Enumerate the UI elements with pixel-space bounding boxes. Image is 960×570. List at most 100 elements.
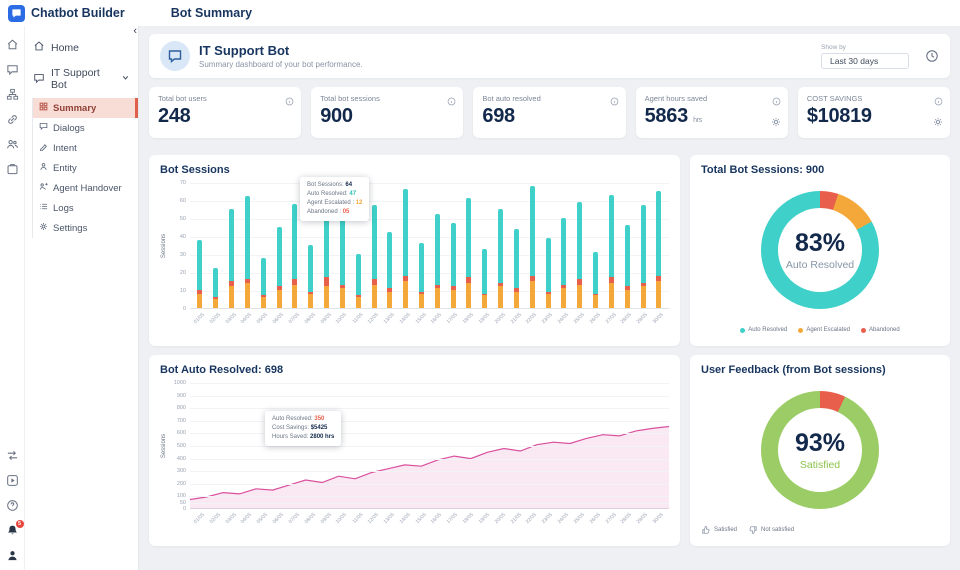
legend-item-not-satisfied[interactable]: Not satisfied [748, 525, 794, 535]
feedback-donut[interactable]: 93% Satisfied [761, 391, 879, 509]
x-tick-label: 22/05 [525, 312, 538, 325]
sidebar-item-agent-handover[interactable]: Agent Handover [33, 178, 138, 198]
x-slot: 16/05 [429, 509, 445, 533]
donut-legend: Auto Resolved Agent Escalated Abandoned [701, 323, 939, 337]
bar-chart[interactable]: Sessions 010203040506070 Bot Sessions: 6… [160, 183, 669, 309]
line-chart[interactable]: Sessions 0501002003004005006007008009001… [160, 383, 669, 509]
session-bar[interactable] [641, 205, 646, 308]
session-bar[interactable] [340, 218, 345, 308]
sidebar-item-home[interactable]: Home [25, 34, 138, 61]
bar-plot-area[interactable] [190, 183, 669, 309]
line-plot-area[interactable] [190, 383, 669, 509]
y-tick-label: 0 [183, 506, 186, 512]
session-bar[interactable] [625, 225, 630, 308]
session-bar[interactable] [466, 198, 471, 308]
session-bar[interactable] [593, 252, 598, 308]
home-icon[interactable] [6, 38, 19, 51]
session-bar[interactable] [451, 223, 456, 308]
play-square-icon[interactable] [6, 474, 19, 487]
info-icon[interactable] [934, 93, 943, 111]
y-tick-label: 60 [180, 198, 186, 204]
bar-slot [619, 183, 635, 308]
session-bar[interactable] [245, 196, 250, 308]
session-bar[interactable] [577, 202, 582, 308]
sidebar-item-settings[interactable]: Settings [33, 218, 138, 238]
session-bar[interactable] [514, 229, 519, 308]
x-tick-label: 03/05 [224, 312, 237, 325]
gear-icon[interactable] [771, 114, 781, 132]
x-tick-label: 04/05 [240, 512, 253, 525]
info-icon[interactable] [610, 93, 619, 111]
sidebar-item-summary[interactable]: Summary [33, 98, 138, 118]
session-bar[interactable] [403, 189, 408, 308]
donut-chart[interactable]: 93% Satisfied [701, 376, 939, 523]
sidebar-item-label: Logs [53, 203, 74, 214]
sidebar-item-bot[interactable]: IT Support Bot [25, 61, 138, 97]
session-bar[interactable] [419, 243, 424, 308]
sessions-donut[interactable]: 83% Auto Resolved [761, 191, 879, 309]
session-bar[interactable] [372, 205, 377, 308]
help-icon[interactable] [6, 499, 19, 512]
users-icon[interactable] [6, 138, 19, 151]
session-bar[interactable] [561, 218, 566, 308]
sidebar-item-dialogs[interactable]: Dialogs [33, 118, 138, 138]
grid-icon [39, 102, 48, 114]
sidebar-item-entity[interactable]: Entity [33, 158, 138, 178]
y-tick-label: 600 [177, 430, 186, 436]
info-icon[interactable] [285, 93, 294, 111]
legend-item-auto-resolved[interactable]: Auto Resolved [740, 327, 787, 333]
x-tick-label: 02/05 [208, 312, 221, 325]
x-tick-label: 17/05 [446, 512, 459, 525]
auto-resolved-chart-card: Bot Auto Resolved: 698 Sessions 05010020… [149, 355, 680, 546]
session-bar[interactable] [356, 254, 361, 308]
donut-chart[interactable]: 83% Auto Resolved [701, 176, 939, 323]
session-bar[interactable] [435, 214, 440, 308]
dialog-bubble-icon [39, 122, 48, 134]
clipboard-icon[interactable] [6, 163, 19, 176]
info-icon[interactable] [447, 93, 456, 111]
profile-icon[interactable] [6, 549, 19, 562]
session-bar[interactable] [609, 195, 614, 308]
tooltip-row: Bot Sessions: 64 [307, 181, 362, 190]
session-bar[interactable] [213, 268, 218, 308]
info-icon[interactable] [772, 93, 781, 111]
legend-item-satisfied[interactable]: Satisfied [701, 525, 737, 535]
kpi-label: COST SAVINGS [807, 94, 941, 103]
session-bar[interactable] [482, 249, 487, 308]
notifications-bell-icon[interactable]: 5 [6, 524, 19, 537]
x-tick-label: 14/05 [398, 512, 411, 525]
x-slot: 09/05 [319, 309, 335, 333]
x-tick-label: 27/05 [604, 312, 617, 325]
session-bar[interactable] [229, 209, 234, 308]
collapse-sidebar-icon[interactable]: ‹ [133, 26, 137, 36]
session-bar[interactable] [530, 186, 535, 308]
session-bar[interactable] [546, 238, 551, 308]
legend-item-abandoned[interactable]: Abandoned [861, 327, 900, 333]
x-slot: 27/05 [604, 309, 620, 333]
x-tick-label: 16/05 [430, 512, 443, 525]
x-tick-label: 30/05 [652, 312, 665, 325]
tooltip-value: 47 [349, 191, 356, 197]
y-axis: Sessions 0501002003004005006007008009001… [160, 383, 190, 509]
bots-icon[interactable] [6, 63, 19, 76]
session-bar[interactable] [387, 232, 392, 308]
clock-icon[interactable] [925, 49, 939, 63]
swap-arrows-icon[interactable] [6, 449, 19, 462]
date-range-select[interactable]: Last 30 days [821, 53, 909, 69]
session-bar[interactable] [292, 204, 297, 308]
link-icon[interactable] [6, 113, 19, 126]
session-bar[interactable] [656, 191, 661, 308]
sidebar-item-intent[interactable]: Intent [33, 138, 138, 158]
gridline [190, 408, 669, 409]
chart-tooltip: Bot Sessions: 64Auto Resolved: 47Agent E… [300, 177, 369, 221]
gear-icon[interactable] [933, 114, 943, 132]
session-bar[interactable] [277, 227, 282, 308]
session-bar[interactable] [498, 209, 503, 308]
sitemap-icon[interactable] [6, 88, 19, 101]
session-bar[interactable] [261, 258, 266, 308]
app-logo-icon[interactable] [8, 5, 25, 22]
sidebar-item-logs[interactable]: Logs [33, 198, 138, 218]
legend-item-agent-escalated[interactable]: Agent Escalated [798, 327, 850, 333]
session-bar[interactable] [197, 240, 202, 308]
session-bar[interactable] [308, 245, 313, 308]
